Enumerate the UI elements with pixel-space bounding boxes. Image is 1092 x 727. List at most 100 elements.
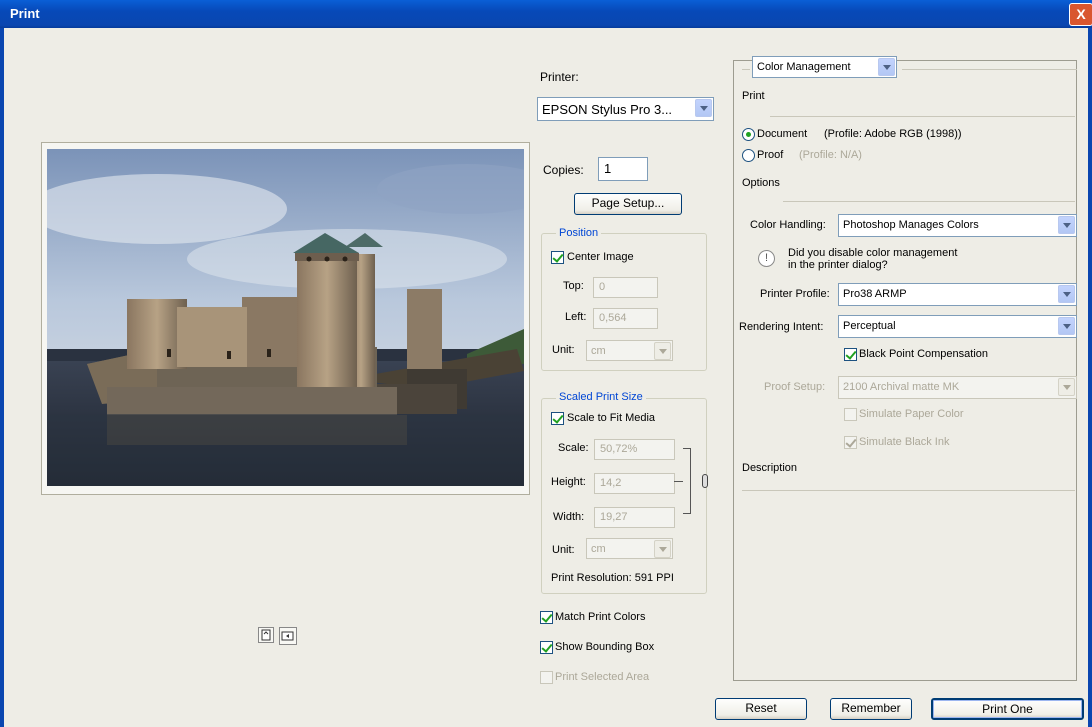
left-label: Left: [565,311,587,323]
simulate-paper-label: Simulate Paper Color [859,408,964,420]
print-heading: Print [742,90,765,102]
panel-top-rule-right [902,69,1077,70]
rendering-intent-select[interactable]: Perceptual [838,315,1077,338]
copies-label: Copies: [543,163,584,177]
scale-value: 50,72% [600,443,638,455]
height-input[interactable]: 14,2 [594,473,675,494]
warning-icon: ! [758,250,775,267]
position-unit-label: Unit: [552,344,575,356]
chevron-down-icon [1058,285,1075,303]
center-image-label: Center Image [567,251,634,263]
chevron-down-icon [695,99,712,117]
preview-image[interactable] [47,149,524,486]
simulate-paper-checkbox[interactable] [844,408,857,421]
color-handling-select[interactable]: Photoshop Manages Colors [838,214,1077,237]
copies-input[interactable]: 1 [598,157,648,181]
simulate-black-checkbox[interactable] [844,436,857,449]
print-one-label: Print One [982,702,1033,716]
description-separator [742,490,1075,491]
chevron-down-icon [654,342,671,360]
print-one-button[interactable]: Print One [931,698,1084,720]
document-profile: (Profile: Adobe RGB (1998)) [824,128,962,140]
warning-line-1: Did you disable color management [788,247,958,259]
print-selected-area-checkbox[interactable] [540,671,553,684]
print-separator [770,116,1075,117]
title-bar [0,0,1092,28]
proof-radio[interactable] [742,149,755,162]
printer-select[interactable]: EPSON Stylus Pro 3... [537,97,714,121]
proof-label: Proof [757,149,784,161]
window-frame-right [1088,28,1092,727]
color-handling-label: Color Handling: [750,219,826,231]
printer-label: Printer: [540,70,579,84]
top-label: Top: [563,280,584,292]
show-bounding-box-label: Show Bounding Box [555,641,655,653]
remember-button[interactable]: Remember [830,698,912,720]
warning-line-2: in the printer dialog? [788,259,888,271]
height-value: 14,2 [600,477,622,489]
top-value: 0 [599,281,606,293]
height-label: Height: [551,476,586,488]
printer-profile-label: Printer Profile: [760,288,830,300]
chevron-down-icon [654,540,671,558]
scale-to-fit-label: Scale to Fit Media [567,412,656,424]
rendering-intent-value: Perceptual [843,320,896,332]
print-resolution: Print Resolution: 591 PPI [551,572,674,584]
chevron-down-icon [878,58,895,76]
link-icon[interactable] [702,474,708,488]
close-icon: X [1076,6,1086,22]
black-point-checkbox[interactable] [844,348,857,361]
chevron-down-icon [1058,317,1075,335]
scaled-unit-value: cm [591,543,606,555]
print-selected-area-label: Print Selected Area [555,671,650,683]
scale-label: Scale: [558,442,589,454]
scale-to-fit-checkbox[interactable] [551,412,564,425]
rotate-landscape-icon[interactable] [279,627,297,645]
printer-profile-select[interactable]: Pro38 ARMP [838,283,1077,306]
scaled-print-size-title: Scaled Print Size [556,391,646,403]
show-bounding-box-checkbox[interactable] [540,641,553,654]
proof-setup-select[interactable]: 2100 Archival matte MK [838,376,1077,399]
proof-profile: (Profile: N/A) [799,149,862,161]
panel-mode-select[interactable]: Color Management [752,56,897,78]
black-point-label: Black Point Compensation [859,348,989,360]
constrain-bracket [683,448,691,514]
page-setup-button[interactable]: Page Setup... [574,193,682,215]
width-value: 19,27 [600,511,628,523]
close-button[interactable]: X [1069,3,1092,26]
left-value: 0,564 [599,312,627,324]
printer-value: EPSON Stylus Pro 3... [542,102,673,117]
scaled-unit-select[interactable]: cm [586,538,673,559]
panel-top-rule-left [742,69,750,70]
top-input[interactable]: 0 [593,277,658,298]
center-image-checkbox[interactable] [551,251,564,264]
color-management-panel [733,60,1077,681]
proof-setup-label: Proof Setup: [764,381,826,393]
left-input[interactable]: 0,564 [593,308,658,329]
scale-input[interactable]: 50,72% [594,439,675,460]
position-title: Position [556,227,602,239]
window-title: Print [10,6,40,21]
panel-mode-value: Color Management [757,61,851,73]
width-label: Width: [553,511,585,523]
width-input[interactable]: 19,27 [594,507,675,528]
options-heading: Options [742,177,780,189]
match-print-colors-label: Match Print Colors [555,611,646,623]
scaled-unit-label: Unit: [552,544,575,556]
page-setup-label: Page Setup... [591,196,665,210]
copies-value: 1 [604,161,612,176]
rotate-portrait-icon[interactable] [258,627,274,643]
position-unit-select[interactable]: cm [586,340,673,361]
options-separator [783,201,1075,202]
rendering-intent-label: Rendering Intent: [739,321,824,333]
document-radio[interactable] [742,128,755,141]
color-handling-value: Photoshop Manages Colors [843,219,979,231]
reset-label: Reset [745,701,777,715]
remember-label: Remember [841,701,901,715]
match-print-colors-checkbox[interactable] [540,611,553,624]
simulate-black-label: Simulate Black Ink [859,436,950,448]
chevron-down-icon [1058,216,1075,234]
proof-setup-value: 2100 Archival matte MK [843,381,960,393]
reset-button[interactable]: Reset [715,698,807,720]
constrain-bracket-line [674,481,683,482]
